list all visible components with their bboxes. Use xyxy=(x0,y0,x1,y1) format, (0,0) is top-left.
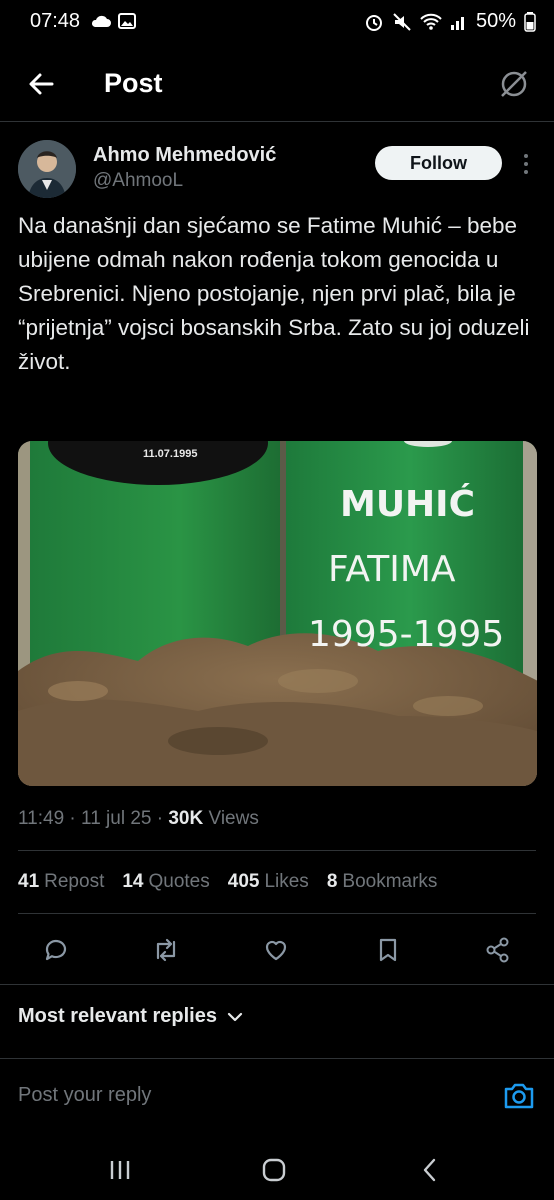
replies-divider xyxy=(0,1058,554,1059)
back-button[interactable] xyxy=(22,64,62,104)
status-left-icons xyxy=(90,12,136,30)
home-icon xyxy=(262,1158,286,1182)
signal-icon xyxy=(450,16,464,30)
bookmarks-stat[interactable]: 8 Bookmarks xyxy=(327,871,438,893)
battery-percent: 50% xyxy=(475,10,516,32)
bookmark-button[interactable] xyxy=(368,930,408,970)
follow-button[interactable]: Follow xyxy=(375,146,502,180)
cloud-icon xyxy=(91,15,111,27)
replies-sort-label: Most relevant replies xyxy=(18,1005,217,1027)
top-bar: Post xyxy=(0,52,554,116)
quotes-stat[interactable]: 14 Quotes xyxy=(122,871,209,893)
author-name[interactable]: Ahmo Mehmedović xyxy=(93,144,276,167)
system-back-button[interactable] xyxy=(410,1150,450,1190)
status-right: 50% xyxy=(364,10,536,33)
actions-divider xyxy=(0,984,554,985)
more-options-button[interactable] xyxy=(516,150,536,178)
meta-divider xyxy=(18,850,536,851)
camera-button[interactable] xyxy=(502,1080,536,1112)
likes-stat[interactable]: 405 Likes xyxy=(228,871,309,893)
system-nav-bar xyxy=(0,1140,554,1200)
home-button[interactable] xyxy=(254,1150,294,1190)
repost-icon xyxy=(156,938,176,962)
page-title: Post xyxy=(104,68,163,98)
chevron-left-icon xyxy=(423,1158,436,1182)
tweet-image[interactable]: 11.07.1995 MUHIĆ FATIMA 1995-1995 xyxy=(18,441,537,786)
recent-apps-icon xyxy=(110,1161,130,1179)
replies-sort-dropdown[interactable]: Most relevant replies xyxy=(18,1005,243,1028)
action-bar xyxy=(0,930,554,970)
battery-icon xyxy=(524,11,536,32)
share-button[interactable] xyxy=(478,930,518,970)
image-years-text: 1995-1995 xyxy=(308,614,504,655)
tweet-time: 11:49 xyxy=(18,808,65,829)
mute-icon xyxy=(393,12,411,31)
reply-icon xyxy=(45,939,67,961)
repost-button[interactable] xyxy=(146,930,186,970)
status-bar: 07:48 50% xyxy=(0,0,554,44)
image-name-text: FATIMA xyxy=(328,549,456,590)
share-icon xyxy=(486,937,509,963)
bookmark-icon xyxy=(379,938,397,962)
status-time: 07:48 xyxy=(30,10,81,32)
header-divider xyxy=(0,121,554,122)
tweet-date: 11 jul 25 xyxy=(81,808,152,829)
camera-icon xyxy=(504,1083,534,1109)
wifi-icon xyxy=(420,13,442,30)
reposts-stat[interactable]: 41 Repost xyxy=(18,871,104,893)
reply-button[interactable] xyxy=(36,930,76,970)
grok-button[interactable] xyxy=(494,64,534,104)
tweet-meta: 11:49 · 11 jul 25 · 30K Views xyxy=(18,808,259,829)
tweet-stats: 41 Repost 14 Quotes 405 Likes 8 Bookmarks xyxy=(18,871,437,893)
more-icon xyxy=(524,154,528,174)
avatar[interactable] xyxy=(18,140,76,198)
like-button[interactable] xyxy=(256,930,296,970)
like-icon xyxy=(265,940,287,961)
stats-divider xyxy=(18,913,536,914)
grok-icon xyxy=(501,71,527,97)
author-handle[interactable]: @AhmooL xyxy=(93,170,183,192)
image-date-text: 11.07.1995 xyxy=(143,448,197,460)
gallery-icon xyxy=(118,13,136,29)
image-surname-text: MUHIĆ xyxy=(340,483,475,525)
reply-input[interactable]: Post your reply xyxy=(18,1084,151,1107)
recent-apps-button[interactable] xyxy=(100,1150,140,1190)
alarm-icon xyxy=(365,14,382,31)
chevron-down-icon xyxy=(227,1012,243,1021)
views-label: Views xyxy=(203,808,259,829)
back-arrow-icon xyxy=(29,73,54,95)
tweet-text: Na današnji dan sjećamo se Fatime Muhić … xyxy=(18,213,530,374)
views-count: 30K xyxy=(168,808,204,829)
